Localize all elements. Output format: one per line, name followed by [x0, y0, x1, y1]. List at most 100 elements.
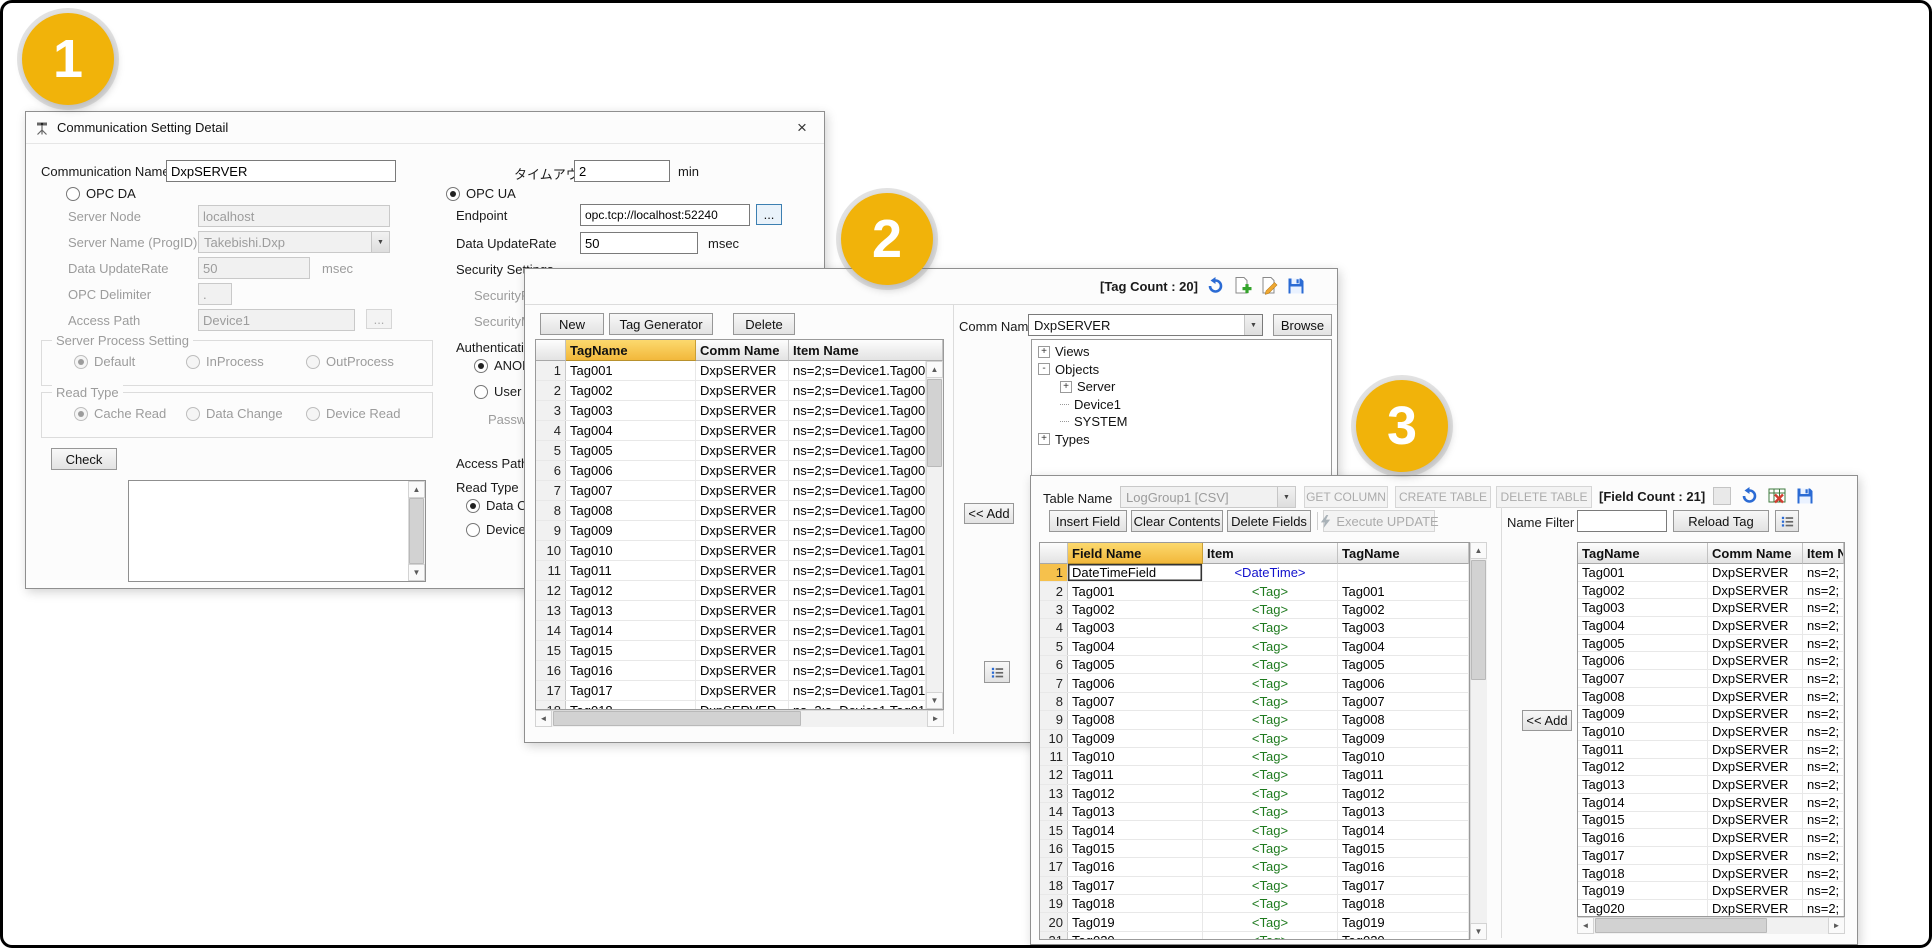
add-document-icon[interactable]	[1232, 276, 1252, 296]
table-row[interactable]: Tag001DxpSERVERns=2;	[1578, 564, 1844, 582]
add-tag-button[interactable]: << Add	[964, 503, 1014, 524]
column-header-commname[interactable]: Comm Name	[1708, 543, 1803, 564]
table-row[interactable]: Tag005DxpSERVERns=2;	[1578, 635, 1844, 653]
table-row[interactable]: 10Tag010DxpSERVERns=2;s=Device1.Tag010	[536, 541, 926, 561]
scroll-thumb[interactable]	[1471, 560, 1486, 680]
table-row[interactable]: 14Tag014DxpSERVERns=2;s=Device1.Tag014	[536, 621, 926, 641]
tree-item-server[interactable]: +Server	[1032, 378, 1331, 396]
table-row[interactable]: 7Tag006<Tag>Tag006	[1040, 674, 1469, 692]
table-row[interactable]: 6Tag006DxpSERVERns=2;s=Device1.Tag006	[536, 461, 926, 481]
table-row[interactable]: Tag010DxpSERVERns=2;	[1578, 723, 1844, 741]
column-header-itemname[interactable]: Item N	[1803, 543, 1844, 564]
table-row[interactable]: Tag017DxpSERVERns=2;	[1578, 847, 1844, 865]
table-row[interactable]: Tag020DxpSERVERns=2;	[1578, 900, 1844, 916]
table-row[interactable]: 15Tag014<Tag>Tag014	[1040, 821, 1469, 839]
undo-icon[interactable]	[1205, 276, 1225, 296]
insert-field-button[interactable]: Insert Field	[1049, 510, 1127, 532]
corner-header-cell[interactable]	[1040, 543, 1068, 564]
table-row[interactable]: 13Tag013DxpSERVERns=2;s=Device1.Tag013	[536, 601, 926, 621]
horizontal-scrollbar[interactable]: ◄ ►	[1577, 917, 1845, 934]
edit-document-icon[interactable]	[1259, 276, 1279, 296]
table-row[interactable]: 1Tag001DxpSERVERns=2;s=Device1.Tag001	[536, 361, 926, 381]
vertical-scrollbar[interactable]: ▲ ▼	[926, 361, 943, 709]
scroll-up-icon[interactable]: ▲	[926, 361, 943, 378]
tree-item-types[interactable]: +Types	[1032, 431, 1331, 449]
table-row[interactable]: 15Tag015DxpSERVERns=2;s=Device1.Tag015	[536, 641, 926, 661]
table-row[interactable]: 14Tag013<Tag>Tag013	[1040, 803, 1469, 821]
scroll-left-icon[interactable]: ◄	[535, 710, 552, 727]
undo-icon[interactable]	[1739, 486, 1759, 506]
table-row[interactable]: Tag007DxpSERVERns=2;	[1578, 670, 1844, 688]
table-row[interactable]: Tag003DxpSERVERns=2;	[1578, 599, 1844, 617]
table-row[interactable]: 17Tag016<Tag>Tag016	[1040, 858, 1469, 876]
table-row[interactable]: 19Tag018<Tag>Tag018	[1040, 895, 1469, 913]
delete-fields-button[interactable]: Delete Fields	[1227, 510, 1311, 532]
table-row[interactable]: Tag019DxpSERVERns=2;	[1578, 882, 1844, 900]
scroll-thumb[interactable]	[1595, 918, 1767, 933]
table-row[interactable]: 2Tag001<Tag>Tag001	[1040, 582, 1469, 600]
save-icon[interactable]	[1286, 276, 1306, 296]
column-header-tagname[interactable]: TagName	[566, 340, 696, 361]
column-header-tagname[interactable]: TagName	[1338, 543, 1469, 564]
scroll-thumb[interactable]	[409, 498, 424, 564]
comm-name-input[interactable]: DxpSERVER	[166, 160, 396, 182]
table-row[interactable]: 6Tag005<Tag>Tag005	[1040, 656, 1469, 674]
scroll-down-icon[interactable]: ▼	[926, 692, 943, 709]
check-button[interactable]: Check	[51, 448, 117, 470]
scroll-thumb[interactable]	[553, 711, 801, 726]
table-row[interactable]: 3Tag003DxpSERVERns=2;s=Device1.Tag003	[536, 401, 926, 421]
table-row[interactable]: 11Tag010<Tag>Tag010	[1040, 748, 1469, 766]
table-row[interactable]: Tag002DxpSERVERns=2;	[1578, 582, 1844, 600]
table-row[interactable]: 3Tag002<Tag>Tag002	[1040, 601, 1469, 619]
table-row[interactable]: Tag016DxpSERVERns=2;	[1578, 829, 1844, 847]
comm-name-dropdown[interactable]: DxpSERVER▼	[1028, 314, 1263, 336]
scroll-down-icon[interactable]: ▼	[1470, 923, 1487, 940]
table-row[interactable]: Tag013DxpSERVERns=2;	[1578, 776, 1844, 794]
table-row[interactable]: 9Tag009DxpSERVERns=2;s=Device1.Tag009	[536, 521, 926, 541]
scroll-thumb[interactable]	[927, 379, 942, 467]
scroll-right-icon[interactable]: ►	[1828, 917, 1845, 934]
table-row[interactable]: 12Tag012DxpSERVERns=2;s=Device1.Tag012	[536, 581, 926, 601]
table-row[interactable]: 7Tag007DxpSERVERns=2;s=Device1.Tag007	[536, 481, 926, 501]
opc-ua-radio[interactable]: OPC UA	[446, 186, 516, 201]
table-row[interactable]: 20Tag019<Tag>Tag019	[1040, 913, 1469, 931]
opc-da-radio[interactable]: OPC DA	[66, 186, 136, 201]
corner-header-cell[interactable]	[536, 340, 566, 361]
table-row[interactable]: 1DateTimeField<DateTime>	[1040, 564, 1469, 582]
new-button[interactable]: New	[540, 313, 604, 335]
table-row[interactable]: 9Tag008<Tag>Tag008	[1040, 711, 1469, 729]
table-row[interactable]: Tag006DxpSERVERns=2;	[1578, 652, 1844, 670]
table-row[interactable]: 11Tag011DxpSERVERns=2;s=Device1.Tag011	[536, 561, 926, 581]
table-row[interactable]: 16Tag016DxpSERVERns=2;s=Device1.Tag016	[536, 661, 926, 681]
table-row[interactable]: 18Tag017<Tag>Tag017	[1040, 877, 1469, 895]
result-listbox[interactable]: ▲ ▼	[128, 480, 426, 582]
list-view-button[interactable]	[1775, 510, 1799, 532]
table-row[interactable]: 21Tag020<Tag>Tag020	[1040, 932, 1469, 939]
column-header-fieldname[interactable]: Field Name	[1068, 543, 1203, 564]
vertical-scrollbar[interactable]: ▲ ▼	[1470, 542, 1487, 940]
scroll-down-icon[interactable]: ▼	[408, 564, 425, 581]
table-row[interactable]: 5Tag004<Tag>Tag004	[1040, 638, 1469, 656]
name-filter-input[interactable]	[1577, 510, 1667, 532]
delete-button[interactable]: Delete	[733, 313, 795, 335]
address-space-tree[interactable]: +Views-Objects+ServerDevice1SYSTEM+Types	[1031, 339, 1332, 485]
table-row[interactable]: 13Tag012<Tag>Tag012	[1040, 785, 1469, 803]
clear-table-icon[interactable]	[1767, 486, 1787, 506]
table-row[interactable]: 10Tag009<Tag>Tag009	[1040, 730, 1469, 748]
table-row[interactable]: Tag004DxpSERVERns=2;	[1578, 617, 1844, 635]
table-row[interactable]: Tag012DxpSERVERns=2;	[1578, 759, 1844, 777]
scroll-up-icon[interactable]: ▲	[1470, 542, 1487, 559]
column-header-itemname[interactable]: Item Name	[789, 340, 943, 361]
close-icon[interactable]: ×	[788, 118, 816, 138]
scroll-up-icon[interactable]: ▲	[408, 481, 425, 498]
endpoint-browse-button[interactable]: ...	[756, 204, 782, 225]
column-header-tagname[interactable]: TagName	[1578, 543, 1708, 564]
table-row[interactable]: 5Tag005DxpSERVERns=2;s=Device1.Tag005	[536, 441, 926, 461]
table-row[interactable]: 12Tag011<Tag>Tag011	[1040, 766, 1469, 784]
table-row[interactable]: 18Tag018DxpSERVERns=2;s=Device1.Tag018	[536, 701, 926, 709]
table-row[interactable]: Tag018DxpSERVERns=2;	[1578, 865, 1844, 883]
table-row[interactable]: 4Tag004DxpSERVERns=2;s=Device1.Tag004	[536, 421, 926, 441]
reload-tag-button[interactable]: Reload Tag	[1673, 510, 1769, 532]
tree-item-views[interactable]: +Views	[1032, 343, 1331, 361]
tag-generator-button[interactable]: Tag Generator	[609, 313, 713, 335]
